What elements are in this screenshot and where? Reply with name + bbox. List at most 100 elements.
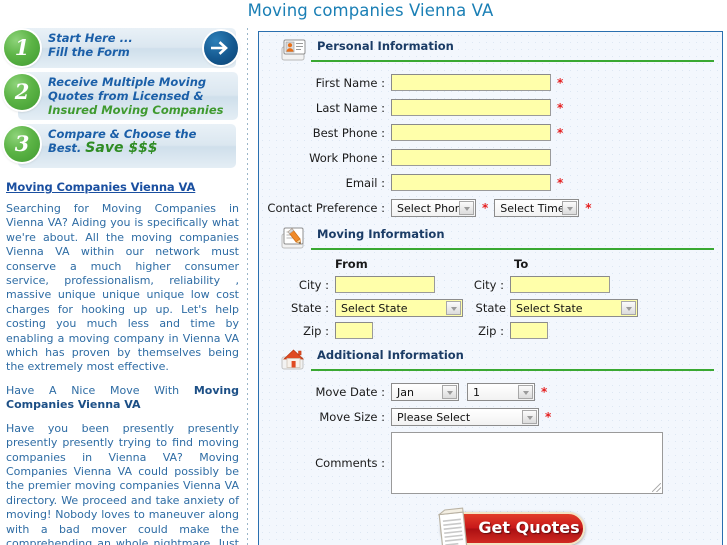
sidebar: 1 Start Here ... Fill the Form 2 Receive… [0,28,247,545]
field-row-contact-preference: Contact Preference : Select Phone * Sele… [259,196,722,219]
field-row-from-city: City : [259,276,435,293]
to-state-select-value: Select State [516,302,583,315]
section-personal-information: Personal Information First Name : * Last… [259,37,722,219]
label-move-size: Move Size : [319,409,385,424]
field-row-work-phone: Work Phone : [259,146,722,169]
move-size-select[interactable]: Please Select [391,407,539,426]
quote-form-panel: Personal Information First Name : * Last… [258,31,723,545]
field-row-to-zip: Zip : [454,322,548,339]
chevron-down-icon [518,384,533,399]
contact-phone-select[interactable]: Select Phone [391,198,476,217]
step-text-3: Compare & Choose the Best. Save $$$ [48,127,232,155]
field-row-to-state: State Select State [454,299,638,317]
field-row-to-city: City : [454,276,610,293]
from-zip-input[interactable] [335,322,373,339]
required-marker-first-name: * [557,75,564,90]
field-row-last-name: Last Name : * [259,96,722,119]
step-number-2: 2 [4,74,40,110]
section-title-personal: Personal Information [317,39,454,53]
section-moving-information: Moving Information From To City : State … [259,225,722,341]
chevron-down-icon [621,301,636,315]
step-line-2a: Receive Multiple Moving [48,75,207,89]
chevron-down-icon [522,409,537,424]
label-move-date: Move Date : [315,384,385,399]
chevron-down-icon [442,384,457,399]
to-state-select[interactable]: Select State [510,299,638,317]
step-number-3: 3 [4,126,40,162]
move-date-day-select[interactable]: 1 [467,382,535,401]
from-state-select-value: Select State [341,302,408,315]
steps-list: 1 Start Here ... Fill the Form 2 Receive… [0,28,240,170]
label-to-state: State [475,301,506,315]
field-row-email: Email : * [259,171,722,194]
step-line-1a: Start Here ... [48,31,133,45]
sidebar-paragraph-1: Searching for Moving Companies in Vienna… [6,202,239,374]
sidebar-link-moving-companies[interactable]: Moving Companies Vienna VA [6,180,247,194]
field-row-comments: Comments : [259,430,722,496]
field-row-best-phone: Best Phone : * [259,121,722,144]
page-root: Moving companies Vienna VA 1 Start Here … [0,0,727,545]
section-header-personal: Personal Information [267,37,714,65]
from-city-input[interactable] [335,276,435,293]
required-marker-email: * [557,175,564,190]
email-input[interactable] [391,174,551,191]
work-phone-input[interactable] [391,149,551,166]
pencil-notepad-icon [281,226,307,250]
section-rule-additional [311,369,714,371]
column-header-to: To [514,257,529,271]
move-date-day-value: 1 [473,385,480,399]
section-additional-information: Additional Information Move Date : Jan 1… [259,346,722,496]
step-line-2c: Insured Moving Companies [48,103,224,117]
get-quotes-label: Get Quotes [478,518,580,537]
comments-textarea-wrapper [391,432,663,494]
move-date-month-select[interactable]: Jan [391,382,459,401]
required-marker-move-size: * [545,409,552,424]
sidebar-heading-2: Have A Nice Move With Moving Companies V… [6,384,239,413]
section-rule-moving [311,248,714,250]
step-item-3: 3 Compare & Choose the Best. Save $$$ [0,124,240,170]
move-date-month-value: Jan [397,385,414,399]
first-name-input[interactable] [391,74,551,91]
required-marker-best-phone: * [557,125,564,140]
move-size-select-value: Please Select [397,410,471,424]
label-last-name: Last Name : [315,100,385,115]
step-text-1: Start Here ... Fill the Form [48,31,198,59]
best-phone-input[interactable] [391,124,551,141]
personal-fields: First Name : * Last Name : * Best Phone … [259,71,722,219]
comments-textarea[interactable] [392,433,662,493]
field-row-from-state: State : Select State [259,299,463,317]
required-marker-move-date: * [541,384,548,399]
label-email: Email : [345,175,385,190]
label-from-city: City : [298,277,329,292]
to-zip-input[interactable] [510,322,548,339]
contact-time-select[interactable]: Select Time [494,198,580,217]
field-row-move-date: Move Date : Jan 1 * [259,380,722,403]
additional-fields: Move Date : Jan 1 * Move Size : Please S… [259,380,722,496]
section-rule-personal [311,60,714,62]
chevron-down-icon [562,200,578,215]
field-row-from-zip: Zip : [259,322,373,339]
label-first-name: First Name : [315,75,385,90]
from-state-select[interactable]: Select State [335,299,463,317]
get-quotes-button[interactable]: Get Quotes [399,502,599,545]
label-contact-preference: Contact Preference : [267,200,385,215]
sidebar-heading-2-prefix: Have A Nice Move With [6,383,194,397]
section-header-moving: Moving Information [267,225,714,253]
arrow-right-icon[interactable] [204,31,238,65]
id-card-icon [281,38,307,62]
step-text-2: Receive Multiple Moving Quotes from Lice… [48,75,232,117]
label-work-phone: Work Phone : [309,150,385,165]
page-title: Moving companies Vienna VA [247,1,494,20]
field-row-move-size: Move Size : Please Select * [259,405,722,428]
label-best-phone: Best Phone : [312,125,385,140]
to-city-input[interactable] [510,276,610,293]
contact-phone-select-value: Select Phone [397,201,469,215]
chevron-down-icon [459,200,474,215]
arrow-right-glyph [211,41,228,55]
step-line-3b: Best. Save $$$ [48,141,232,155]
section-title-additional: Additional Information [317,348,464,362]
required-marker-last-name: * [557,100,564,115]
step-item-2: 2 Receive Multiple Moving Quotes from Li… [0,72,240,122]
last-name-input[interactable] [391,99,551,116]
step-number-1: 1 [4,30,40,66]
